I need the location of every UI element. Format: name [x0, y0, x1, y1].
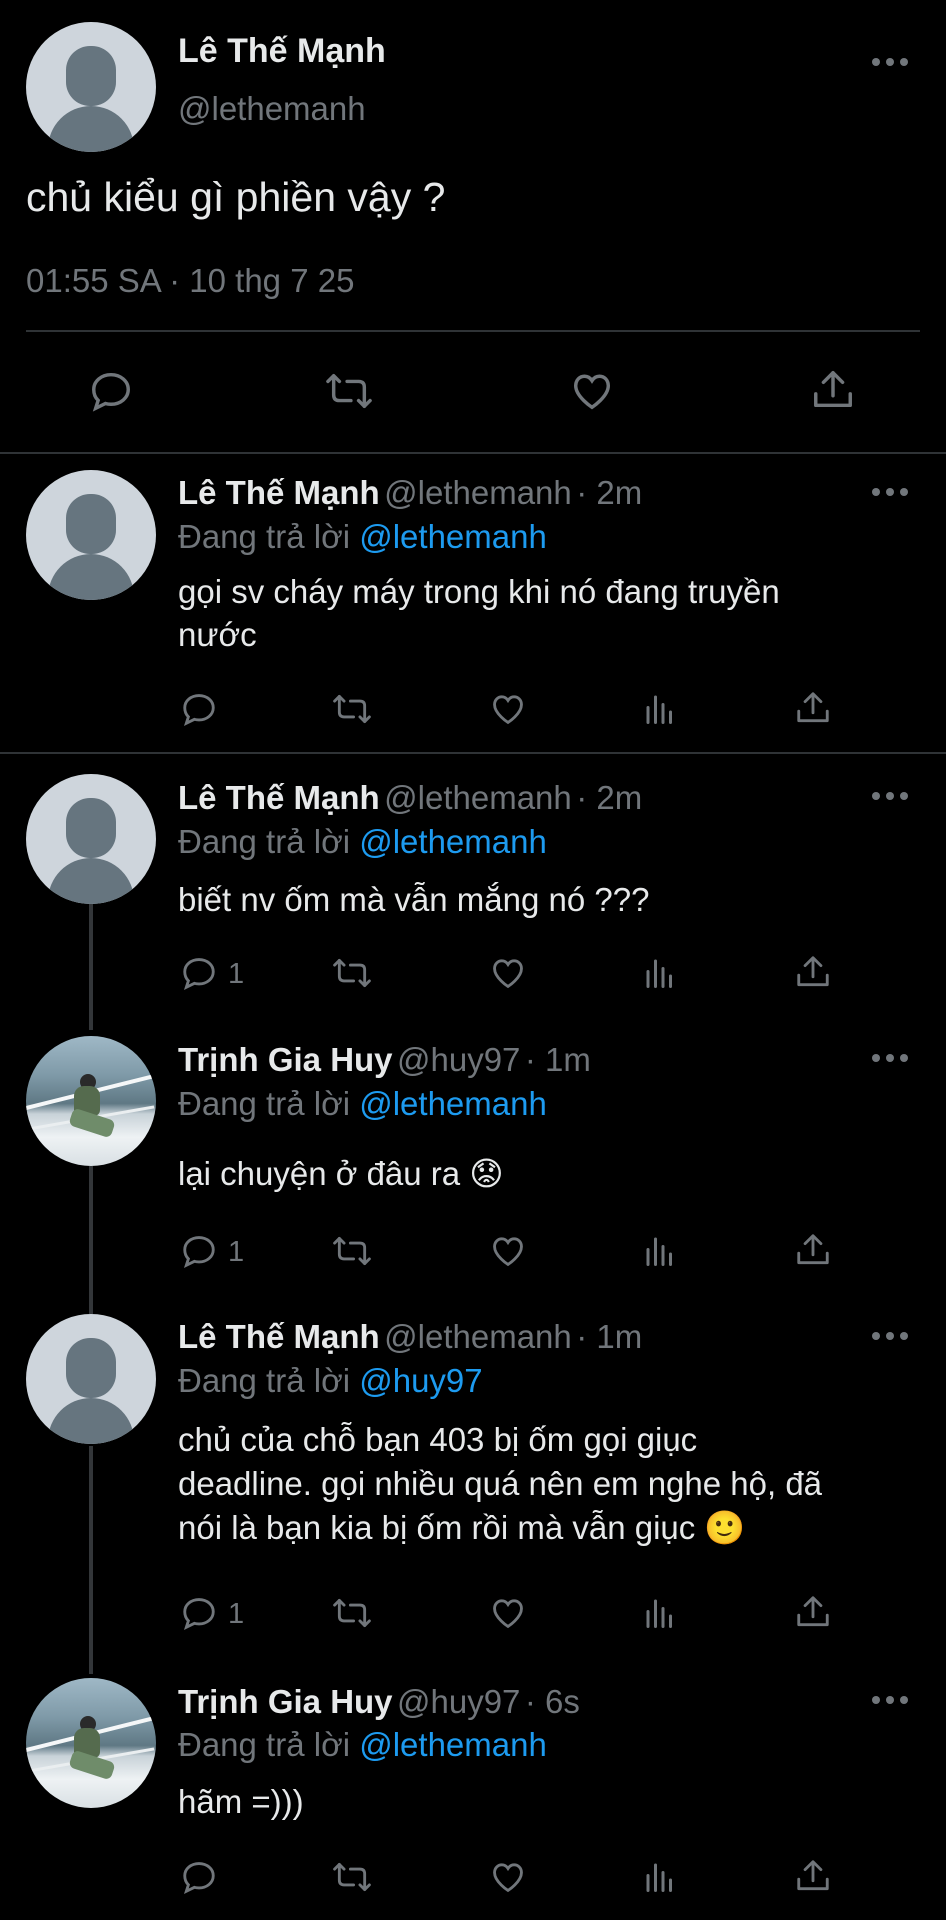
- retweet-icon[interactable]: [330, 1858, 374, 1896]
- author-name[interactable]: Trịnh Gia Huy: [178, 1683, 393, 1720]
- more-icon[interactable]: [872, 1696, 908, 1706]
- thread-line: [89, 1166, 93, 1314]
- replying-to: Đang trả lời @lethemanh: [178, 1726, 547, 1763]
- avatar[interactable]: [26, 22, 156, 152]
- reply-header: Lê Thế Mạnh @lethemanh · 2m: [178, 474, 642, 512]
- divider: [0, 752, 946, 754]
- mention-link[interactable]: @huy97: [359, 1362, 482, 1399]
- replying-to: Đang trả lời @lethemanh: [178, 823, 547, 860]
- mention-link[interactable]: @lethemanh: [359, 823, 547, 860]
- reply-time[interactable]: · 6s: [525, 1683, 580, 1720]
- reply-icon[interactable]: [180, 1232, 218, 1270]
- author-handle[interactable]: @lethemanh: [384, 1318, 572, 1355]
- author-name[interactable]: Lê Thế Mạnh: [178, 32, 386, 71]
- avatar[interactable]: [26, 470, 156, 600]
- thread-line: [89, 904, 93, 1030]
- reply-header: Trịnh Gia Huy @huy97 · 1m: [178, 1041, 591, 1079]
- tweet-text: chủ kiểu gì phiền vậy ?: [26, 174, 446, 220]
- divider: [0, 452, 946, 454]
- heart-icon[interactable]: [488, 954, 528, 992]
- author-handle[interactable]: @huy97: [397, 1041, 520, 1078]
- reply-icon[interactable]: [180, 1594, 218, 1632]
- reply-time[interactable]: · 2m: [576, 474, 642, 511]
- avatar[interactable]: [26, 1314, 156, 1444]
- reply-count: 1: [228, 1236, 245, 1268]
- retweet-icon[interactable]: [330, 954, 374, 992]
- divider: [26, 330, 920, 332]
- mention-link[interactable]: @lethemanh: [359, 518, 547, 555]
- reply-icon[interactable]: [88, 368, 134, 414]
- reply-icon[interactable]: [180, 954, 218, 992]
- reply-text: hãm =))): [178, 1783, 304, 1820]
- reply-count: 1: [228, 1598, 245, 1630]
- retweet-icon[interactable]: [330, 1232, 374, 1270]
- views-icon[interactable]: [642, 690, 678, 728]
- share-icon[interactable]: [794, 952, 832, 992]
- mention-link[interactable]: @lethemanh: [359, 1726, 547, 1763]
- mention-link[interactable]: @lethemanh: [359, 1085, 547, 1122]
- reply-text: chủ của chỗ bạn 403 bị ốm gọi giục deadl…: [178, 1421, 823, 1546]
- reply-header: Trịnh Gia Huy @huy97 · 6s: [178, 1683, 580, 1721]
- share-icon[interactable]: [794, 1856, 832, 1896]
- heart-icon[interactable]: [488, 1858, 528, 1896]
- reply-text: biết nv ốm mà vẫn mắng nó ???: [178, 881, 650, 918]
- author-name[interactable]: Lê Thế Mạnh: [178, 474, 380, 511]
- author-name[interactable]: Lê Thế Mạnh: [178, 1318, 380, 1355]
- author-name[interactable]: Trịnh Gia Huy: [178, 1041, 393, 1078]
- replying-to: Đang trả lời @lethemanh: [178, 518, 547, 555]
- heart-icon[interactable]: [568, 368, 616, 414]
- thread-line: [89, 1446, 93, 1674]
- author-handle[interactable]: @lethemanh: [178, 90, 366, 128]
- reply-header: Lê Thế Mạnh @lethemanh · 2m: [178, 779, 642, 817]
- more-icon[interactable]: [872, 488, 908, 498]
- more-icon[interactable]: [872, 58, 908, 68]
- more-icon[interactable]: [872, 1054, 908, 1064]
- author-handle[interactable]: @huy97: [397, 1683, 520, 1720]
- author-handle[interactable]: @lethemanh: [384, 779, 572, 816]
- more-icon[interactable]: [872, 792, 908, 802]
- heart-icon[interactable]: [488, 1594, 528, 1632]
- avatar[interactable]: [26, 1036, 156, 1166]
- views-icon[interactable]: [642, 1858, 678, 1896]
- views-icon[interactable]: [642, 1594, 678, 1632]
- tweet-timestamp[interactable]: 01:55 SA · 10 thg 7 25: [26, 262, 354, 300]
- views-icon[interactable]: [642, 954, 678, 992]
- author-name[interactable]: Lê Thế Mạnh: [178, 779, 380, 816]
- heart-icon[interactable]: [488, 1232, 528, 1270]
- replying-to: Đang trả lời @huy97: [178, 1362, 483, 1399]
- reply-count: 1: [228, 958, 245, 990]
- reply-header: Lê Thế Mạnh @lethemanh · 1m: [178, 1318, 642, 1356]
- reply-text: lại chuyện ở đâu ra 😟: [178, 1155, 504, 1192]
- replying-to: Đang trả lời @lethemanh: [178, 1085, 547, 1122]
- reply-time[interactable]: · 2m: [576, 779, 642, 816]
- heart-icon[interactable]: [488, 690, 528, 728]
- reply-text: gọi sv cháy máy trong khi nó đang truyền…: [178, 573, 780, 653]
- avatar[interactable]: [26, 774, 156, 904]
- reply-icon[interactable]: [180, 1858, 218, 1896]
- share-icon[interactable]: [810, 366, 856, 414]
- share-icon[interactable]: [794, 1230, 832, 1270]
- avatar[interactable]: [26, 1678, 156, 1808]
- share-icon[interactable]: [794, 1592, 832, 1632]
- reply-time[interactable]: · 1m: [576, 1318, 642, 1355]
- author-handle[interactable]: @lethemanh: [384, 474, 572, 511]
- retweet-icon[interactable]: [330, 690, 374, 728]
- reply-time[interactable]: · 1m: [525, 1041, 591, 1078]
- reply-icon[interactable]: [180, 690, 218, 728]
- retweet-icon[interactable]: [324, 368, 374, 414]
- views-icon[interactable]: [642, 1232, 678, 1270]
- retweet-icon[interactable]: [330, 1594, 374, 1632]
- more-icon[interactable]: [872, 1332, 908, 1342]
- share-icon[interactable]: [794, 688, 832, 728]
